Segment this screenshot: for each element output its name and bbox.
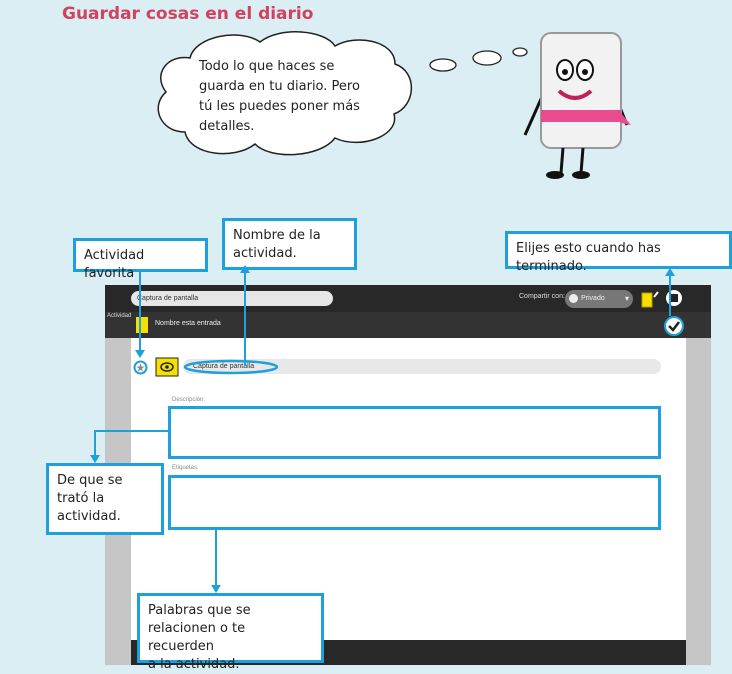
activity-tab[interactable]: Actividad bbox=[107, 313, 131, 319]
arrow-up-icon bbox=[665, 268, 675, 276]
thought-line: Todo lo que haces se bbox=[199, 59, 335, 74]
thought-line: guarda en tu diario. Pero bbox=[199, 79, 360, 94]
connector-line bbox=[94, 430, 170, 432]
name-highlight-ellipse bbox=[183, 359, 279, 375]
callout-favorite-text: Actividad favorita bbox=[84, 248, 145, 281]
callout-name-line: actividad. bbox=[233, 246, 297, 261]
thought-text: Todo lo que haces se guarda en tu diario… bbox=[199, 57, 360, 137]
tags-label: Etiquetas: bbox=[172, 465, 199, 471]
callout-desc-line: actividad. bbox=[57, 509, 121, 524]
entry-name-label: Nombre esta entrada bbox=[155, 320, 221, 327]
callout-tags-line: relacionen o te recuerden bbox=[148, 621, 246, 654]
arrow-down-icon bbox=[90, 455, 100, 463]
journal-icon[interactable] bbox=[640, 289, 660, 309]
activity-icon bbox=[155, 357, 179, 377]
callout-favorite: Actividad favorita bbox=[73, 238, 208, 281]
callout-tags-line: a la actividad. bbox=[148, 657, 240, 672]
connector-line bbox=[139, 272, 141, 352]
share-select[interactable]: Privado ▾ bbox=[565, 290, 633, 308]
callout-tags: Palabras que se relacionen o te recuerde… bbox=[137, 593, 324, 672]
share-icon bbox=[569, 294, 578, 303]
tags-field[interactable] bbox=[168, 475, 661, 530]
connector-line bbox=[215, 530, 217, 586]
callout-name: Nombre de la actividad. bbox=[222, 218, 357, 270]
chevron-down-icon: ▾ bbox=[624, 294, 629, 303]
callout-name-line: Nombre de la bbox=[233, 228, 321, 243]
description-field[interactable] bbox=[168, 406, 661, 459]
arrow-down-icon bbox=[135, 350, 145, 358]
share-value: Privado bbox=[581, 295, 605, 302]
arrow-down-icon bbox=[211, 585, 221, 593]
thought-line: detalles. bbox=[199, 119, 255, 134]
description-label: Descripción: bbox=[172, 397, 206, 403]
journal-icon bbox=[136, 317, 148, 333]
callout-desc-line: trató la bbox=[57, 491, 105, 506]
callout-done-text: Elijes esto cuando has terminado. bbox=[516, 241, 661, 274]
share-label: Compartir con: bbox=[519, 293, 565, 300]
callout-description: De que se trató la actividad. bbox=[46, 463, 164, 535]
thought-line: tú les puedes poner más bbox=[199, 99, 360, 114]
connector-line bbox=[94, 430, 96, 455]
connector-line bbox=[669, 272, 671, 316]
activity-title-input[interactable]: Captura de pantalla bbox=[131, 291, 333, 306]
checkmark-icon[interactable] bbox=[664, 316, 684, 336]
callout-desc-line: De que se bbox=[57, 473, 123, 488]
connector-line bbox=[244, 270, 246, 366]
arrow-up-icon bbox=[240, 265, 250, 273]
journal-mascot-illustration bbox=[523, 32, 631, 179]
callout-tags-line: Palabras que se bbox=[148, 603, 251, 618]
page-title: Guardar cosas en el diario bbox=[62, 4, 314, 24]
callout-done: Elijes esto cuando has terminado. bbox=[505, 231, 732, 274]
star-icon[interactable] bbox=[133, 360, 148, 375]
stop-icon[interactable] bbox=[665, 289, 683, 307]
